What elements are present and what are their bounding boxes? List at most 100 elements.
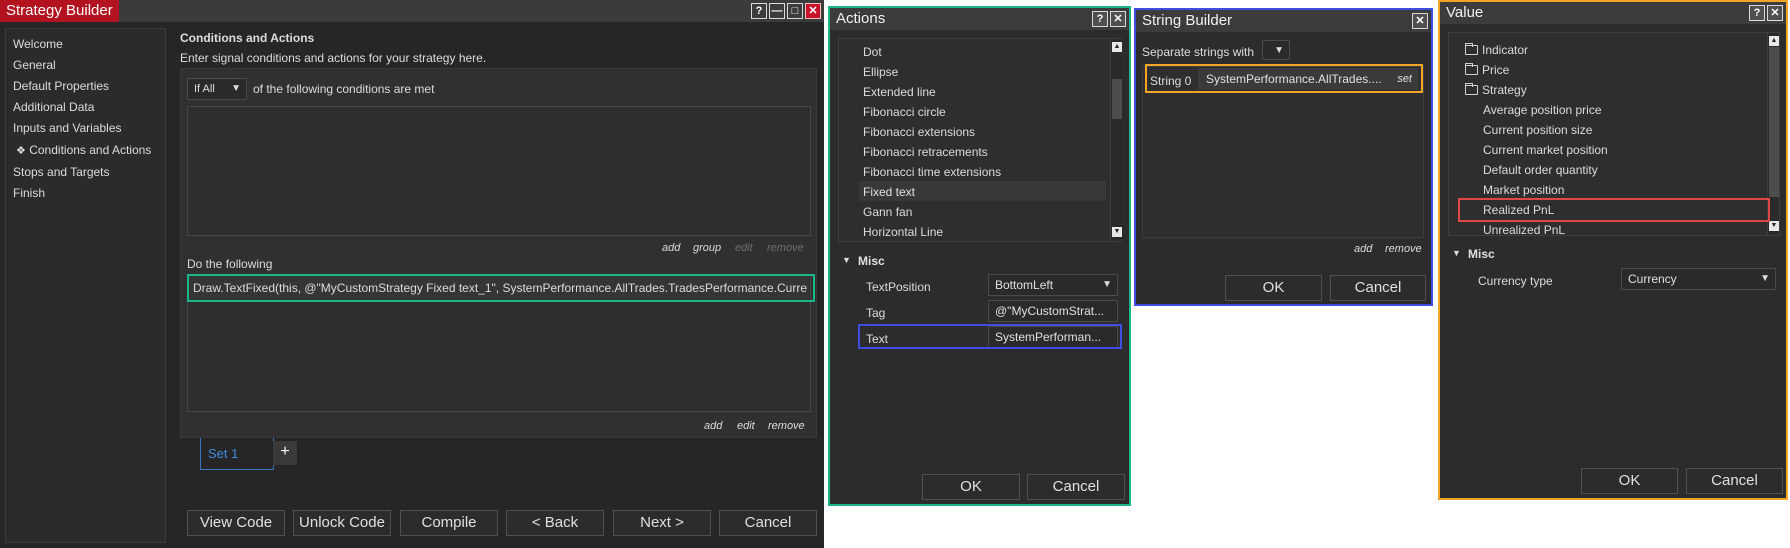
prop-text-highlight — [858, 324, 1122, 349]
window-controls: ? — □ ✕ — [751, 3, 821, 19]
nav-item-finish[interactable]: Finish — [13, 186, 45, 200]
prop-textposition-select[interactable]: BottomLeft ▼ — [988, 274, 1118, 296]
action-item-fixed-text-selected[interactable]: Fixed text — [859, 181, 1106, 201]
tree-folder-indicator[interactable]: Indicator — [1465, 43, 1528, 57]
nav-item-welcome[interactable]: Welcome — [13, 37, 63, 51]
scroll-up-icon[interactable]: ▲ — [1769, 36, 1779, 46]
condition-text: of the following conditions are met — [253, 82, 435, 96]
actions-titlebar: Actions ? ✕ — [830, 8, 1129, 30]
tree-folder-price[interactable]: Price — [1465, 63, 1509, 77]
help-icon[interactable]: ? — [1749, 5, 1765, 21]
tab-set-1[interactable]: Set 1 — [200, 438, 274, 470]
action-edit-link[interactable]: edit — [737, 420, 755, 432]
string-builder-title: String Builder — [1142, 12, 1233, 29]
conditions-list[interactable] — [187, 106, 811, 236]
tree-folder-strategy[interactable]: Strategy — [1465, 83, 1527, 97]
prop-tag-input[interactable]: @"MyCustomStrat... — [988, 300, 1118, 322]
selected-marker-icon: ❖ — [16, 145, 26, 157]
cancel-button[interactable]: Cancel — [719, 510, 817, 536]
condition-add-link[interactable]: add — [662, 242, 680, 254]
string-0-highlight — [1145, 64, 1423, 93]
chevron-down-icon: ▼ — [231, 83, 241, 94]
value-window: Value ? ✕ Indicator Price Strategy Avera… — [1438, 0, 1788, 500]
actions-window: Actions ? ✕ Dot Ellipse Extended line Fi… — [828, 6, 1131, 506]
chevron-down-icon: ▼ — [1102, 279, 1112, 290]
action-item-extended-line[interactable]: Extended line — [863, 85, 936, 99]
scroll-down-icon[interactable]: ▼ — [1769, 221, 1779, 231]
collapse-triangle-icon: ▼ — [842, 255, 851, 265]
tree-item-average-position-price[interactable]: Average position price — [1483, 103, 1602, 117]
string-builder-ok-button[interactable]: OK — [1225, 275, 1322, 301]
action-add-link[interactable]: add — [704, 420, 722, 432]
nav-item-conditions-actions[interactable]: ❖ Conditions and Actions — [16, 143, 151, 157]
close-icon[interactable]: ✕ — [1412, 13, 1428, 29]
string-remove-link[interactable]: remove — [1385, 243, 1422, 255]
scroll-thumb[interactable] — [1112, 79, 1122, 119]
separate-strings-label: Separate strings with — [1142, 45, 1255, 59]
add-set-button[interactable]: + — [273, 441, 297, 465]
chevron-down-icon: ▼ — [1274, 45, 1284, 56]
scroll-up-icon[interactable]: ▲ — [1112, 42, 1122, 52]
action-item-ellipse[interactable]: Ellipse — [863, 65, 898, 79]
tree-item-current-position-size[interactable]: Current position size — [1483, 123, 1592, 137]
value-titlebar: Value ? ✕ — [1440, 2, 1786, 24]
misc-section-header[interactable]: ▼ Misc — [838, 252, 1123, 272]
scroll-down-icon[interactable]: ▼ — [1112, 227, 1122, 237]
action-item-fibonacci-retracements[interactable]: Fibonacci retracements — [863, 145, 988, 159]
currency-type-select[interactable]: Currency ▼ — [1621, 268, 1776, 290]
action-item-fibonacci-extensions[interactable]: Fibonacci extensions — [863, 125, 975, 139]
action-item-horizontal-line[interactable]: Horizontal Line — [863, 225, 943, 239]
minimize-icon[interactable]: — — [769, 3, 785, 19]
string-builder-cancel-button[interactable]: Cancel — [1330, 275, 1426, 301]
wizard-nav: Welcome General Default Properties Addit… — [5, 28, 166, 543]
next-button[interactable]: Next > — [613, 510, 711, 536]
nav-item-general[interactable]: General — [13, 58, 56, 72]
value-ok-button[interactable]: OK — [1581, 468, 1678, 494]
realized-pnl-highlight — [1458, 198, 1770, 222]
prop-tag-label: Tag — [866, 306, 886, 320]
tree-item-default-order-quantity[interactable]: Default order quantity — [1483, 163, 1598, 177]
maximize-icon[interactable]: □ — [787, 3, 803, 19]
scroll-thumb[interactable] — [1769, 47, 1779, 197]
condition-edit-link[interactable]: edit — [735, 242, 753, 254]
condition-mode-select[interactable]: If All ▼ — [187, 78, 247, 100]
nav-item-inputs-variables[interactable]: Inputs and Variables — [13, 121, 122, 135]
action-item-gann-fan[interactable]: Gann fan — [863, 205, 912, 219]
condition-group-link[interactable]: group — [693, 242, 721, 254]
nav-item-stops-targets[interactable]: Stops and Targets — [13, 165, 110, 179]
action-item-fibonacci-circle[interactable]: Fibonacci circle — [863, 105, 946, 119]
strategy-builder-title: Strategy Builder — [0, 0, 119, 22]
action-item-fibonacci-time-extensions[interactable]: Fibonacci time extensions — [863, 165, 1001, 179]
view-code-button[interactable]: View Code — [187, 510, 285, 536]
actions-ok-button[interactable]: OK — [922, 474, 1020, 500]
strategy-builder-titlebar: Strategy Builder ? — □ ✕ — [0, 0, 824, 22]
action-remove-link[interactable]: remove — [768, 420, 805, 432]
close-icon[interactable]: ✕ — [805, 3, 821, 19]
value-misc-section-header[interactable]: ▼ Misc — [1448, 245, 1778, 265]
actions-cancel-button[interactable]: Cancel — [1027, 474, 1125, 500]
string-add-link[interactable]: add — [1354, 243, 1372, 255]
help-icon[interactable]: ? — [751, 3, 767, 19]
collapse-triangle-icon: ▼ — [1452, 248, 1461, 258]
tree-item-current-market-position[interactable]: Current market position — [1483, 143, 1608, 157]
currency-type-label: Currency type — [1478, 274, 1553, 288]
prop-textposition-label: TextPosition — [866, 280, 931, 294]
nav-item-additional-data[interactable]: Additional Data — [13, 100, 94, 114]
back-button[interactable]: < Back — [506, 510, 604, 536]
nav-item-default-properties[interactable]: Default Properties — [13, 79, 109, 93]
separator-select[interactable]: ▼ — [1262, 40, 1290, 60]
help-icon[interactable]: ? — [1092, 11, 1108, 27]
value-cancel-button[interactable]: Cancel — [1686, 468, 1783, 494]
condition-remove-link[interactable]: remove — [767, 242, 804, 254]
tree-item-unrealized-pnl[interactable]: Unrealized PnL — [1483, 223, 1565, 235]
action-list-scrollbar[interactable] — [1110, 39, 1123, 241]
value-title: Value — [1446, 4, 1484, 21]
action-item-dot[interactable]: Dot — [863, 45, 882, 59]
compile-button[interactable]: Compile — [400, 510, 498, 536]
actions-title: Actions — [836, 10, 886, 27]
tree-item-market-position[interactable]: Market position — [1483, 183, 1564, 197]
close-icon[interactable]: ✕ — [1110, 11, 1126, 27]
do-following-label: Do the following — [187, 257, 273, 271]
unlock-code-button[interactable]: Unlock Code — [293, 510, 391, 536]
close-icon[interactable]: ✕ — [1767, 5, 1783, 21]
